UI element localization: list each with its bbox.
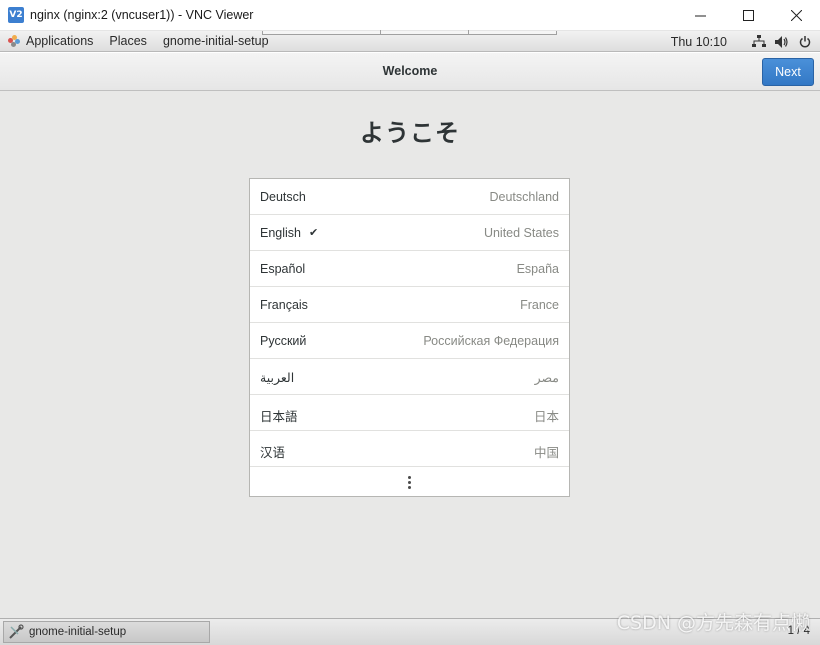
main-content: ようこそ Deutsch Deutschland English ✔ United St…	[0, 91, 820, 618]
power-icon[interactable]	[798, 35, 812, 49]
applications-menu[interactable]: Applications	[0, 31, 101, 52]
window-controls	[676, 0, 820, 31]
language-region: España	[516, 262, 559, 276]
clock[interactable]: Thu 10:10	[671, 35, 727, 49]
language-row[interactable]: Русский Российская Федерация	[250, 323, 569, 359]
language-name: Deutsch	[260, 190, 306, 204]
language-row[interactable]: 日本語 日本	[250, 395, 569, 431]
maximize-button[interactable]	[724, 0, 772, 31]
app-menu[interactable]: gnome-initial-setup	[155, 31, 277, 52]
language-region: 日本	[533, 410, 559, 424]
taskbar-item-gnome-initial-setup[interactable]: gnome-initial-setup	[3, 621, 210, 643]
language-region: United States	[483, 226, 559, 240]
header-bar: Welcome Next	[0, 53, 820, 91]
language-name: 日本語	[260, 410, 298, 424]
setup-tool-icon	[9, 624, 24, 639]
app-menu-label: gnome-initial-setup	[162, 34, 269, 48]
language-region: 中国	[533, 446, 559, 460]
more-languages-button[interactable]	[250, 467, 569, 498]
language-row[interactable]: العربية مصر	[250, 359, 569, 395]
minimize-button[interactable]	[676, 0, 724, 31]
language-region: Российская Федерация	[423, 334, 559, 348]
welcome-heading: ようこそ	[360, 119, 460, 147]
minimize-icon	[694, 15, 706, 17]
language-region: Deutschland	[489, 190, 560, 204]
language-row[interactable]: Español España	[250, 251, 569, 287]
status-area: Thu 10:10	[671, 31, 812, 52]
language-name: English	[260, 226, 301, 240]
taskbar-item-label: gnome-initial-setup	[29, 626, 127, 638]
language-name: Español	[260, 262, 306, 276]
language-list: Deutsch Deutschland English ✔ United States E…	[249, 178, 570, 497]
language-name: Русский	[260, 334, 307, 348]
close-button[interactable]	[772, 0, 820, 31]
language-name: العربية	[260, 371, 295, 385]
language-name: Français	[260, 298, 308, 312]
page-title: Welcome	[382, 64, 438, 78]
close-icon	[790, 10, 802, 21]
vnc-toolbar-tab	[262, 30, 557, 35]
language-name: 汉语	[260, 446, 286, 460]
language-region: مصر	[534, 371, 559, 385]
applications-label: Applications	[26, 34, 94, 48]
more-vertical-icon	[408, 476, 411, 489]
network-icon[interactable]	[752, 35, 766, 49]
volume-icon[interactable]	[775, 35, 789, 49]
language-row[interactable]: Français France	[250, 287, 569, 323]
checkmark-icon: ✔	[309, 227, 319, 239]
language-region: France	[520, 298, 559, 312]
next-button[interactable]: Next	[762, 58, 814, 86]
places-menu[interactable]: Places	[101, 31, 155, 52]
watermark: CSDN @方先森有点懒	[616, 612, 810, 634]
places-label: Places	[109, 34, 147, 48]
gnome-foot-icon	[8, 35, 20, 47]
maximize-icon	[742, 10, 754, 21]
language-row[interactable]: English ✔ United States	[250, 215, 569, 251]
window-titlebar: V2 nginx (nginx:2 (vncuser1)) - VNC View…	[0, 0, 820, 31]
window-title: nginx (nginx:2 (vncuser1)) - VNC Viewer	[30, 8, 254, 22]
vnc-viewer-icon: V2	[8, 7, 24, 23]
language-row[interactable]: Deutsch Deutschland	[250, 179, 569, 215]
language-row[interactable]: 汉语 中国	[250, 431, 569, 467]
